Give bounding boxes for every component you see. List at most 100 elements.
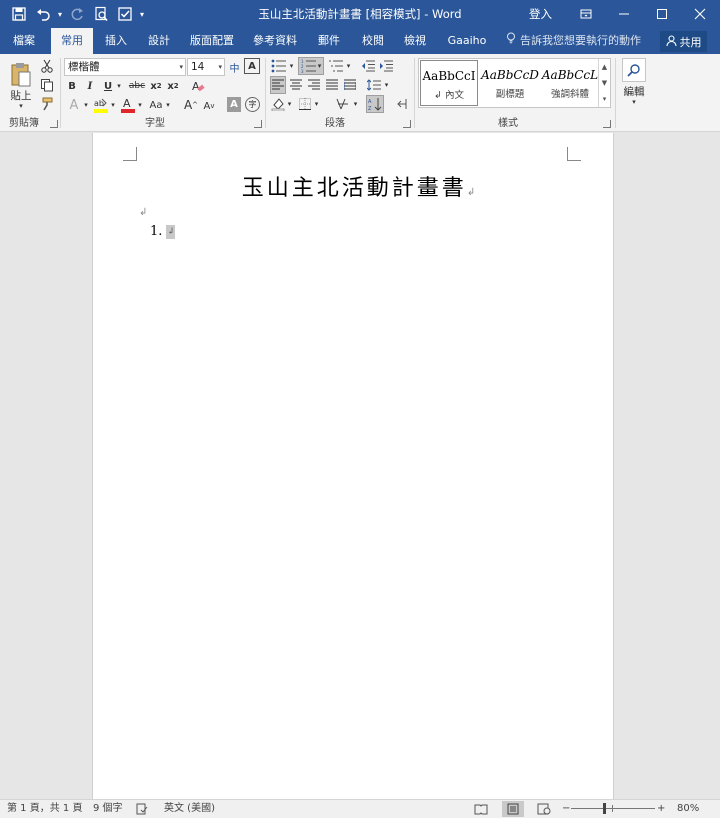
- shading-icon[interactable]: [270, 96, 286, 112]
- underline-icon[interactable]: U: [101, 78, 115, 94]
- multilevel-list-icon[interactable]: [327, 58, 345, 74]
- decrease-indent-icon[interactable]: [360, 58, 376, 74]
- distributed-icon[interactable]: [342, 77, 358, 93]
- document-check-icon[interactable]: [114, 3, 136, 25]
- undo-dropdown-icon[interactable]: ▾: [56, 3, 64, 25]
- style-subtitle[interactable]: AaBbCcD 副標題: [480, 60, 540, 106]
- font-launcher-icon[interactable]: [254, 120, 262, 128]
- bold-icon[interactable]: B: [65, 78, 79, 94]
- shading-dropdown-icon[interactable]: ▾: [286, 96, 293, 112]
- tab-view[interactable]: 檢視: [396, 28, 434, 54]
- tab-layout[interactable]: 版面配置: [185, 28, 239, 54]
- print-preview-icon[interactable]: [90, 3, 112, 25]
- editing-label[interactable]: 編輯: [620, 84, 648, 98]
- shrink-font-icon[interactable]: Av: [203, 99, 215, 113]
- chevron-down-icon[interactable]: ▼: [599, 75, 610, 91]
- share-button[interactable]: 共用: [660, 31, 707, 52]
- more-styles-icon[interactable]: ▾: [599, 91, 610, 107]
- borders-dropdown-icon[interactable]: ▾: [313, 96, 320, 112]
- paste-label[interactable]: 貼上: [8, 88, 34, 102]
- tab-insert[interactable]: 插入: [96, 28, 136, 54]
- document-heading[interactable]: 玉山主北活動計畫書↲: [0, 170, 720, 202]
- ribbon-display-options-icon[interactable]: [567, 0, 605, 28]
- multilevel-dropdown-icon[interactable]: ▾: [345, 58, 352, 74]
- line-spacing-icon[interactable]: [366, 77, 382, 93]
- align-left-icon[interactable]: [270, 76, 286, 94]
- chevron-up-icon[interactable]: ▲: [599, 59, 610, 75]
- borders-icon[interactable]: [297, 96, 313, 112]
- tab-design[interactable]: 設計: [139, 28, 179, 54]
- grow-font-icon[interactable]: A ^: [184, 97, 198, 113]
- text-effects-dropdown-icon[interactable]: ▾: [82, 97, 90, 113]
- find-icon[interactable]: [622, 58, 646, 82]
- clipboard-launcher-icon[interactable]: [50, 120, 58, 128]
- font-color-dropdown-icon[interactable]: ▾: [136, 97, 144, 113]
- minimize-icon[interactable]: [605, 0, 643, 28]
- page-count[interactable]: 第 1 頁，共 1 頁: [7, 800, 82, 818]
- clear-formatting-icon[interactable]: A: [190, 78, 206, 94]
- tab-review[interactable]: 校閱: [354, 28, 392, 54]
- copy-icon[interactable]: [39, 77, 55, 93]
- maximize-icon[interactable]: [643, 0, 681, 28]
- highlight-icon[interactable]: ab: [93, 96, 109, 114]
- styles-launcher-icon[interactable]: [603, 120, 611, 128]
- paste-icon[interactable]: [8, 60, 34, 90]
- subscript-icon[interactable]: x2: [149, 78, 163, 94]
- text-effects-icon[interactable]: A: [66, 97, 82, 113]
- font-size-combo[interactable]: 14 ▾: [187, 58, 225, 76]
- paste-dropdown-icon[interactable]: ▾: [15, 102, 27, 110]
- align-center-icon[interactable]: [288, 77, 304, 93]
- read-mode-icon[interactable]: [474, 803, 488, 815]
- tab-mailings[interactable]: 郵件: [310, 28, 348, 54]
- sign-in-link[interactable]: 登入: [529, 0, 552, 28]
- zoom-in-icon[interactable]: +: [657, 800, 665, 818]
- undo-icon[interactable]: [32, 3, 54, 25]
- font-name-combo[interactable]: 標楷體 ▾: [64, 58, 186, 76]
- zoom-slider[interactable]: [571, 808, 655, 809]
- asian-layout-icon[interactable]: 中: [227, 59, 242, 75]
- enclose-characters-icon[interactable]: 字: [245, 97, 260, 112]
- language-status[interactable]: 英文 (美國): [164, 800, 215, 818]
- tab-gaaiho[interactable]: Gaaiho: [441, 28, 493, 54]
- bullets-dropdown-icon[interactable]: ▾: [288, 58, 295, 74]
- proofing-icon[interactable]: [136, 803, 148, 815]
- tell-me-box[interactable]: 告訴我您想要執行的動作: [506, 28, 641, 54]
- change-case-icon[interactable]: Aa: [148, 97, 164, 113]
- zoom-slider-thumb[interactable]: [603, 803, 606, 814]
- asian-typography-dropdown-icon[interactable]: ▾: [352, 96, 359, 112]
- align-right-icon[interactable]: [306, 77, 322, 93]
- tab-file[interactable]: 檔案: [4, 28, 44, 54]
- editing-dropdown-icon[interactable]: ▾: [628, 98, 640, 106]
- asian-typography-icon[interactable]: [334, 96, 352, 112]
- italic-icon[interactable]: I: [83, 78, 97, 94]
- strikethrough-icon[interactable]: abc: [128, 78, 146, 94]
- character-border-icon[interactable]: A: [244, 58, 260, 74]
- underline-dropdown-icon[interactable]: ▾: [115, 78, 123, 94]
- print-layout-icon[interactable]: [502, 801, 524, 817]
- show-formatting-marks-icon[interactable]: [394, 96, 410, 112]
- justify-icon[interactable]: [324, 77, 340, 93]
- styles-scrollbar[interactable]: ▲ ▼ ▾: [598, 59, 610, 107]
- list-item[interactable]: 1. ↲: [150, 224, 176, 239]
- font-color-icon[interactable]: A: [120, 96, 136, 114]
- zoom-level[interactable]: 80%: [677, 800, 699, 818]
- format-painter-icon[interactable]: [39, 96, 55, 112]
- save-icon[interactable]: [8, 3, 30, 25]
- paragraph-launcher-icon[interactable]: [403, 120, 411, 128]
- style-normal[interactable]: AaBbCcI ↲ 內文: [420, 60, 478, 106]
- change-case-dropdown-icon[interactable]: ▾: [164, 97, 172, 113]
- zoom-out-icon[interactable]: −: [562, 800, 570, 818]
- bullets-icon[interactable]: [270, 58, 288, 74]
- web-layout-icon[interactable]: [537, 803, 551, 815]
- character-shading-icon[interactable]: A: [227, 97, 241, 112]
- cut-icon[interactable]: [39, 58, 55, 74]
- highlight-dropdown-icon[interactable]: ▾: [109, 97, 117, 113]
- word-count[interactable]: 9 個字: [93, 800, 123, 818]
- customize-toolbar-icon[interactable]: ▾: [138, 3, 146, 25]
- style-emphasis[interactable]: AaBbCcL 強調斜體: [540, 60, 600, 106]
- tab-references[interactable]: 參考資料: [248, 28, 302, 54]
- sort-icon[interactable]: AZ: [366, 95, 384, 113]
- close-icon[interactable]: [681, 0, 719, 28]
- superscript-icon[interactable]: x2: [166, 78, 180, 94]
- tab-home[interactable]: 常用: [51, 28, 93, 54]
